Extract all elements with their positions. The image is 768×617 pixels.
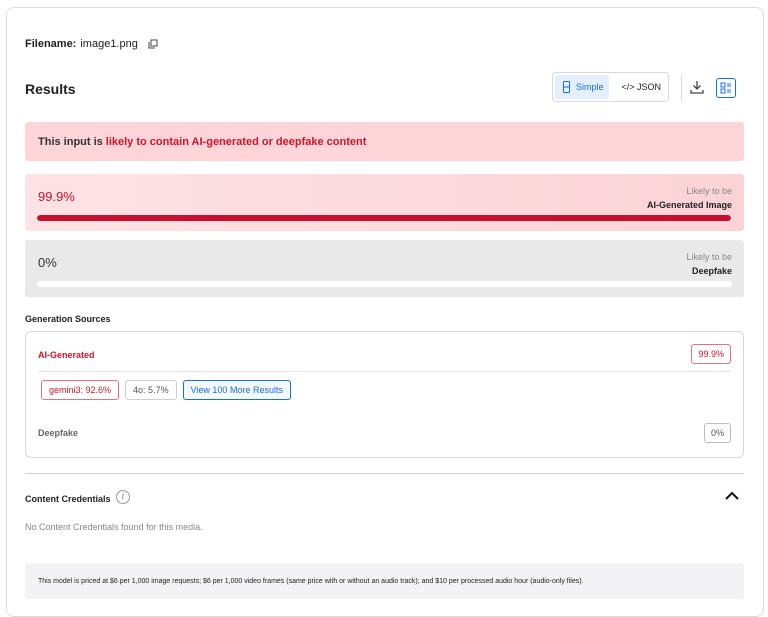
ai-generated-source-label: AI-Generated	[38, 350, 95, 360]
deepfake-source-badge: 0%	[703, 423, 731, 443]
ai-score-percent: 99.9%	[38, 189, 75, 204]
simple-view-label: Simple	[576, 82, 604, 92]
ai-generated-source-badge: 99.9%	[691, 344, 731, 364]
generation-sources-title: Generation Sources	[25, 314, 111, 324]
ai-likely-text: Likely to be	[686, 186, 732, 196]
content-credentials-title: Content Credentials	[25, 494, 111, 504]
section-divider	[25, 473, 744, 474]
json-view-label: </> JSON	[621, 82, 661, 92]
deepfake-likely-text: Likely to be	[686, 252, 732, 262]
view-toggle: Simple </> JSON	[552, 72, 669, 102]
ai-score-label: Likely to be AI-Generated Image	[647, 184, 732, 212]
ai-generated-score: 99.9% Likely to be AI-Generated Image	[25, 174, 744, 231]
alert-prefix: This input is	[38, 135, 103, 148]
deepfake-score-percent: 0%	[38, 255, 57, 270]
content-credentials-empty: No Content Credentials found for this me…	[25, 522, 203, 532]
toolbar-divider	[681, 74, 682, 102]
chevron-up-icon[interactable]	[724, 489, 740, 503]
detection-alert: This input is likely to contain AI-gener…	[25, 122, 744, 161]
deepfake-category-text: Deepfake	[691, 266, 732, 276]
source-chip[interactable]: 4o: 5.7%	[125, 380, 177, 400]
filename-value: image1.png	[80, 38, 138, 50]
results-title: Results	[25, 81, 76, 97]
json-view-button[interactable]: </> JSON	[609, 75, 666, 99]
copy-icon[interactable]	[148, 39, 158, 49]
download-icon[interactable]	[689, 79, 705, 95]
generation-sources-panel: AI-Generated 99.9% gemini3: 92.6% 4o: 5.…	[25, 331, 744, 458]
deepfake-score-bar	[37, 281, 732, 287]
ai-score-bar	[37, 215, 732, 221]
view-more-results-button[interactable]: View 100 More Results	[182, 380, 291, 400]
deepfake-score: 0% Likely to be Deepfake	[25, 240, 744, 297]
deepfake-score-label: Likely to be Deepfake	[686, 250, 732, 278]
source-chips: gemini3: 92.6% 4o: 5.7% View 100 More Re…	[41, 380, 291, 400]
ai-score-bar-fill	[37, 215, 732, 221]
source-chip[interactable]: gemini3: 92.6%	[41, 380, 120, 400]
filename-row: Filename: image1.png	[25, 38, 158, 50]
list-view-icon	[720, 82, 731, 94]
simple-view-button[interactable]: Simple	[555, 75, 610, 99]
ai-category-text: AI-Generated Image	[646, 200, 732, 210]
filename-label: Filename:	[25, 38, 77, 50]
list-view-button[interactable]	[716, 78, 736, 98]
info-icon[interactable]: i	[116, 490, 130, 504]
alert-highlight: likely to contain AI-generated or deepfa…	[105, 135, 367, 148]
mobile-icon	[563, 81, 570, 93]
pricing-note: This model is priced at $6 per 1,000 ima…	[25, 563, 744, 599]
generation-sources-divider	[38, 371, 731, 372]
deepfake-source-label: Deepfake	[38, 428, 79, 438]
